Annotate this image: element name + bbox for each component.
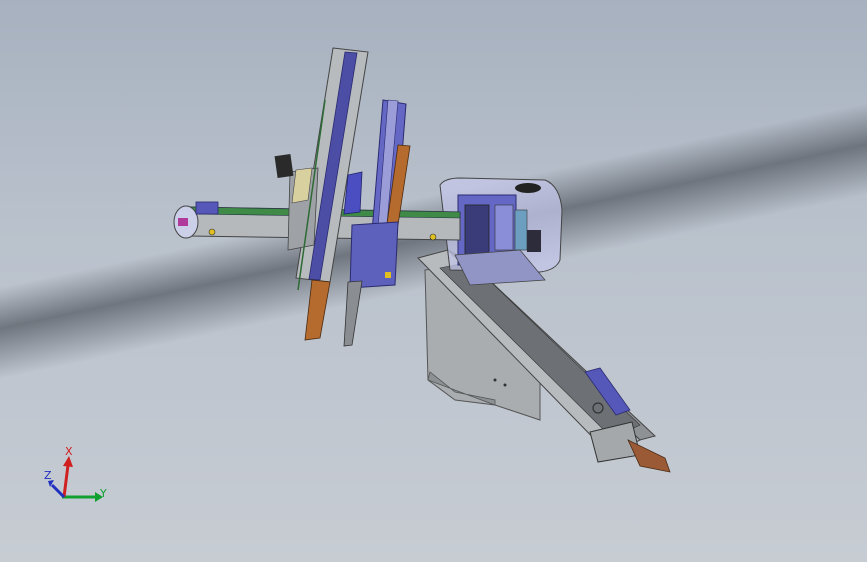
triad-x-label: X bbox=[65, 445, 73, 458]
triad-y-label: Y bbox=[100, 487, 107, 500]
view-triad[interactable] bbox=[48, 456, 103, 502]
graphics-viewport[interactable]: X Y Z bbox=[0, 0, 867, 562]
robot-arm-model[interactable] bbox=[0, 0, 867, 562]
triad-z-label: Z bbox=[44, 469, 52, 482]
